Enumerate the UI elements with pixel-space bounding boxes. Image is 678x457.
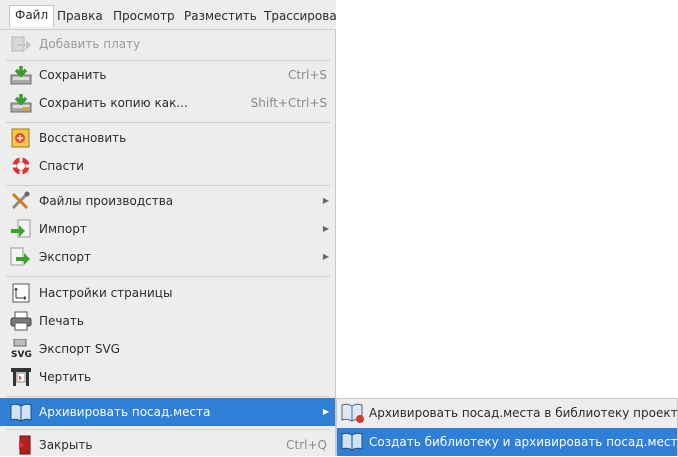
save-label: Сохранить bbox=[39, 68, 107, 82]
plot-item[interactable]: Чертить bbox=[0, 363, 335, 391]
svg-text:SVG: SVG bbox=[11, 350, 32, 359]
save-copy-shortcut: Shift+Ctrl+S bbox=[250, 96, 327, 110]
printer-icon bbox=[10, 311, 32, 331]
restore-label: Восстановить bbox=[39, 131, 127, 145]
export-item[interactable]: Экспорт ▶ bbox=[0, 243, 335, 271]
page-settings-item[interactable]: Настройки страницы bbox=[0, 279, 335, 307]
archive-submenu: Архивировать посад.места в библиотеку пр… bbox=[336, 398, 678, 456]
close-shortcut: Ctrl+Q bbox=[286, 438, 327, 452]
print-label: Печать bbox=[39, 314, 84, 328]
page-settings-label: Настройки страницы bbox=[39, 286, 173, 300]
menu-view[interactable]: Просмотр bbox=[108, 6, 180, 26]
menu-file[interactable]: Файл bbox=[9, 5, 55, 27]
export-label: Экспорт bbox=[39, 250, 92, 264]
rescue-item[interactable]: Спасти bbox=[0, 152, 335, 180]
archive-footprints-label: Архивировать посад.места bbox=[39, 405, 211, 419]
export-svg-item[interactable]: SVG Экспорт SVG bbox=[0, 335, 335, 363]
add-board-label: Добавить плату bbox=[39, 37, 141, 51]
fab-outputs-label: Файлы производства bbox=[39, 194, 174, 208]
restore-item[interactable]: Восстановить bbox=[0, 124, 335, 152]
import-label: Импорт bbox=[39, 222, 87, 236]
lifebuoy-icon bbox=[10, 156, 32, 176]
tools-icon bbox=[10, 191, 32, 211]
fab-outputs-item[interactable]: Файлы производства ▶ bbox=[0, 187, 335, 215]
plotter-icon bbox=[10, 367, 32, 387]
save-copy-icon bbox=[10, 93, 32, 113]
save-copy-label: Сохранить копию как... bbox=[39, 96, 188, 110]
svg-export-icon: SVG bbox=[10, 339, 32, 359]
separator bbox=[6, 429, 330, 430]
page-settings-icon bbox=[10, 283, 32, 303]
import-item[interactable]: Импорт ▶ bbox=[0, 215, 335, 243]
save-shortcut: Ctrl+S bbox=[287, 68, 327, 82]
book-icon bbox=[10, 402, 32, 422]
archive-footprints-item[interactable]: Архивировать посад.места ▶ bbox=[0, 398, 335, 426]
file-menu: Добавить плату Сохранить Ctrl+S Сохранит… bbox=[0, 30, 336, 456]
print-item[interactable]: Печать bbox=[0, 307, 335, 335]
submenu-arrow-icon: ▶ bbox=[322, 252, 329, 261]
import-icon bbox=[10, 219, 32, 239]
create-lib-and-archive-label: Создать библиотеку и архивировать посад.… bbox=[369, 435, 678, 449]
export-svg-label: Экспорт SVG bbox=[39, 342, 120, 356]
archive-to-project-lib-item[interactable]: Архивировать посад.места в библиотеку пр… bbox=[337, 399, 678, 427]
submenu-arrow-icon: ▶ bbox=[322, 407, 329, 416]
restore-icon bbox=[10, 128, 32, 148]
separator bbox=[6, 396, 330, 397]
exit-icon bbox=[10, 435, 32, 455]
separator bbox=[6, 276, 330, 277]
add-board-icon bbox=[10, 34, 32, 54]
close-item[interactable]: Закрыть Ctrl+Q bbox=[0, 433, 335, 456]
plot-label: Чертить bbox=[39, 370, 92, 384]
archive-to-project-lib-label: Архивировать посад.места в библиотеку пр… bbox=[369, 406, 678, 420]
menu-route[interactable]: Трассировать bbox=[259, 6, 336, 26]
add-board-item: Добавить плату bbox=[0, 30, 335, 58]
menu-bar: Файл Правка Просмотр Разместить Трассиро… bbox=[0, 0, 336, 30]
save-item[interactable]: Сохранить Ctrl+S bbox=[0, 61, 335, 89]
menu-edit[interactable]: Правка bbox=[52, 6, 108, 26]
save-icon bbox=[10, 65, 32, 85]
save-copy-item[interactable]: Сохранить копию как... Shift+Ctrl+S bbox=[0, 89, 335, 117]
submenu-arrow-icon: ▶ bbox=[322, 196, 329, 205]
create-lib-and-archive-item[interactable]: Создать библиотеку и архивировать посад.… bbox=[337, 428, 678, 456]
submenu-arrow-icon: ▶ bbox=[322, 224, 329, 233]
export-icon bbox=[10, 247, 32, 267]
menu-place[interactable]: Разместить bbox=[179, 6, 262, 26]
separator bbox=[6, 185, 330, 186]
separator bbox=[6, 122, 330, 123]
book-icon bbox=[341, 431, 365, 453]
rescue-label: Спасти bbox=[39, 159, 84, 173]
book-archive-icon bbox=[341, 402, 365, 424]
close-label: Закрыть bbox=[39, 438, 93, 452]
